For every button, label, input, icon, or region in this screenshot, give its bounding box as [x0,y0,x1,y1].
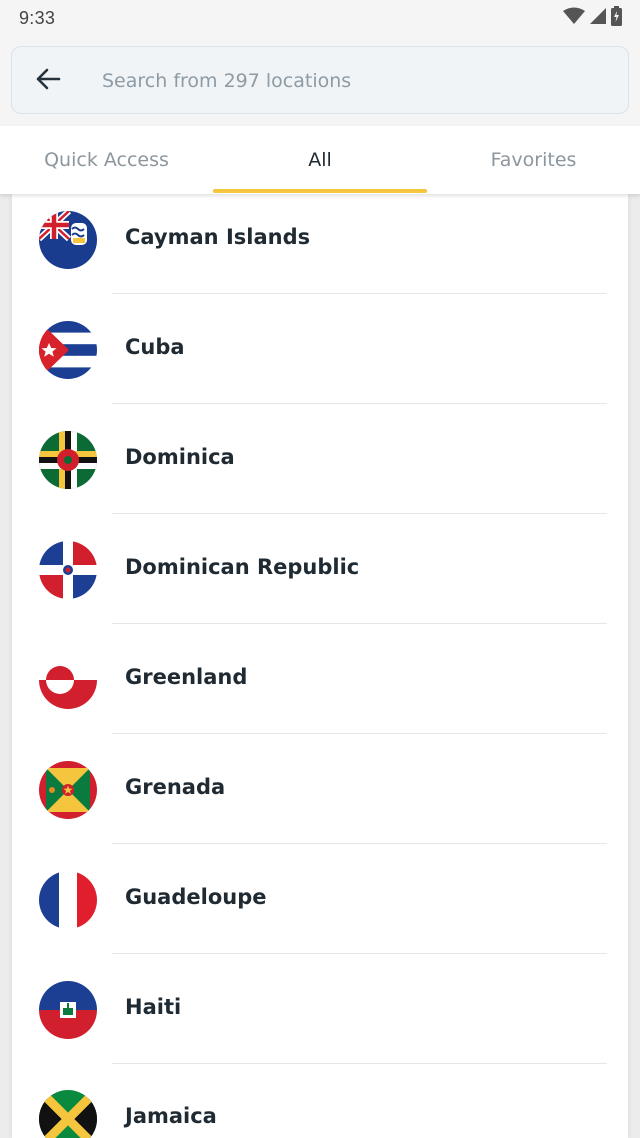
tab-all[interactable]: All [213,126,427,194]
status-bar: 9:33 [0,0,640,36]
cuba-flag-icon [39,321,97,379]
location-name: Greenland [125,665,248,689]
location-name: Cayman Islands [125,225,311,249]
location-name: Guadeloupe [125,885,267,909]
cayman-islands-flag-icon [39,211,97,269]
list-item[interactable]: Cuba [12,303,628,413]
divider [112,513,607,514]
location-name: Haiti [125,995,182,1019]
location-list: Cayman Islands Cuba Dominica Dominican R… [12,194,628,1138]
location-name: Cuba [125,335,185,359]
divider [112,623,607,624]
list-item[interactable]: Greenland [12,633,628,743]
dominica-flag-icon [39,431,97,489]
haiti-flag-icon [39,981,97,1039]
location-name: Jamaica [125,1104,217,1128]
signal-icon [590,7,606,30]
status-time: 9:33 [19,8,56,28]
list-item[interactable]: Dominican Republic [12,523,628,633]
list-item[interactable]: Guadeloupe [12,853,628,963]
list-item[interactable]: Cayman Islands [12,194,628,303]
divider [112,953,607,954]
wifi-icon [563,7,585,30]
tab-favorites[interactable]: Favorites [427,126,640,194]
divider [112,403,607,404]
location-name: Dominican Republic [125,555,360,579]
battery-icon [611,5,622,31]
tab-quick-access[interactable]: Quick Access [0,126,213,194]
guadeloupe-flag-icon [39,871,97,929]
dominican-republic-flag-icon [39,541,97,599]
location-name: Grenada [125,775,226,799]
status-icons [563,5,622,31]
divider [112,1063,607,1064]
divider [112,293,607,294]
search-input[interactable] [102,61,602,101]
divider [112,733,607,734]
jamaica-flag-icon [39,1090,97,1138]
tab-bar: Quick Access All Favorites [0,126,640,194]
greenland-flag-icon [39,651,97,709]
search-box [11,46,629,114]
arrow-left-icon [35,67,61,96]
list-item[interactable]: Haiti [12,963,628,1073]
grenada-flag-icon [39,761,97,819]
search-area [0,36,640,126]
list-item[interactable]: Grenada [12,743,628,853]
location-name: Dominica [125,445,235,469]
divider [112,843,607,844]
list-item[interactable]: Jamaica [12,1072,628,1138]
back-button[interactable] [30,63,66,99]
list-item[interactable]: Dominica [12,413,628,523]
active-tab-indicator [213,189,427,193]
